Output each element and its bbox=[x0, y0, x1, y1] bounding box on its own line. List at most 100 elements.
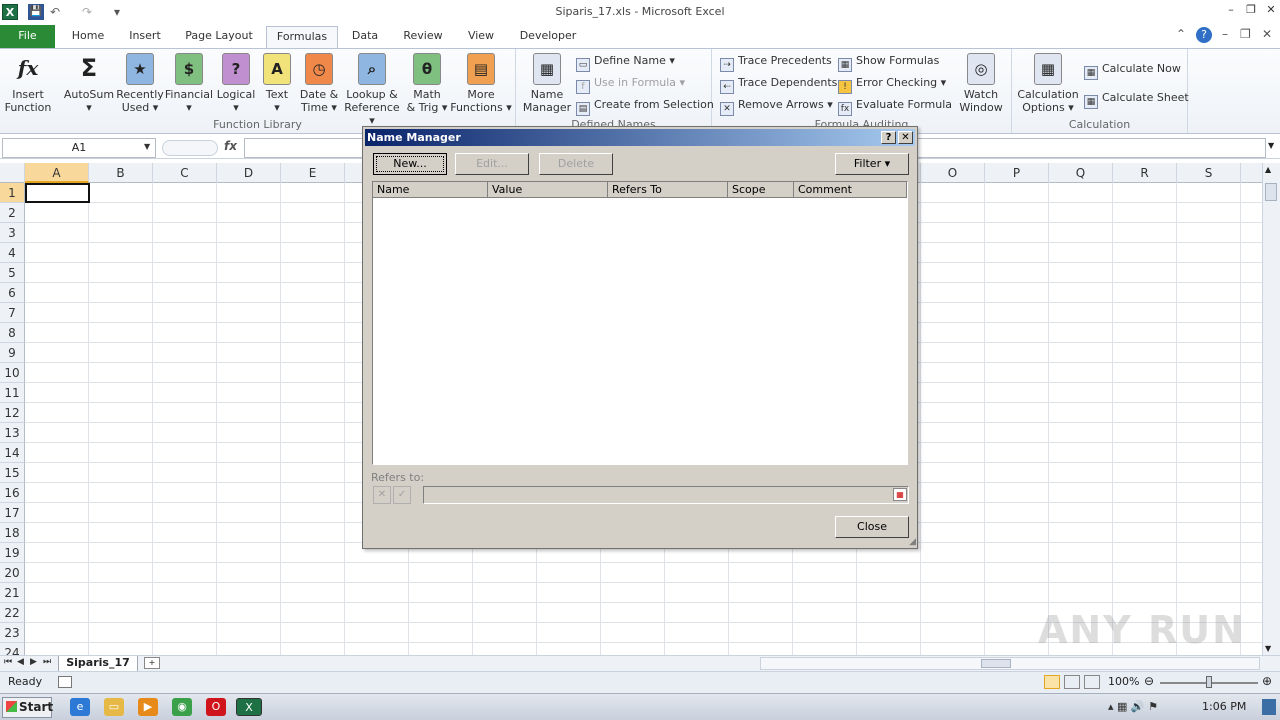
column-header-s[interactable]: S bbox=[1177, 163, 1241, 183]
tab-data[interactable]: Data bbox=[344, 26, 386, 48]
save-icon[interactable]: 💾 bbox=[28, 4, 44, 20]
scroll-down-icon[interactable]: ▼ bbox=[1265, 644, 1271, 653]
active-cell[interactable] bbox=[25, 183, 90, 203]
define-name-button[interactable]: ▭ Define Name ▾ bbox=[576, 51, 675, 72]
row-header-4[interactable]: 4 bbox=[0, 243, 25, 263]
row-header-14[interactable]: 14 bbox=[0, 443, 25, 463]
workbook-restore-icon[interactable]: ❐ bbox=[1240, 27, 1251, 45]
start-button[interactable]: Start bbox=[2, 697, 53, 718]
math-trig-button[interactable]: θ Math & Trig ▾ bbox=[402, 53, 452, 114]
column-header-a[interactable]: A bbox=[25, 163, 89, 183]
vertical-scrollbar[interactable]: ▲ ▼ bbox=[1262, 163, 1280, 655]
undo-icon[interactable]: ↶ bbox=[50, 4, 74, 20]
tray-icons[interactable]: ▴ ▦ 🔊 ⚑ bbox=[1108, 700, 1158, 713]
row-header-19[interactable]: 19 bbox=[0, 543, 25, 563]
create-from-selection-button[interactable]: ▤ Create from Selection bbox=[576, 95, 714, 116]
horizontal-scrollbar[interactable] bbox=[760, 657, 1260, 670]
last-sheet-icon[interactable]: ⏭ bbox=[43, 657, 51, 667]
column-header-o[interactable]: O bbox=[921, 163, 985, 183]
row-header-11[interactable]: 11 bbox=[0, 383, 25, 403]
refers-to-input[interactable] bbox=[423, 486, 909, 504]
financial-button[interactable]: $ Financial ▾ bbox=[164, 53, 214, 114]
calculate-sheet-button[interactable]: ▦ Calculate Sheet bbox=[1084, 88, 1189, 109]
row-header-5[interactable]: 5 bbox=[0, 263, 25, 283]
opera-icon[interactable]: O bbox=[206, 698, 226, 716]
text-button[interactable]: A Text ▾ bbox=[258, 53, 296, 114]
row-header-3[interactable]: 3 bbox=[0, 223, 25, 243]
calculation-options-button[interactable]: ▦ Calculation Options ▾ bbox=[1016, 53, 1080, 114]
show-desktop-button[interactable] bbox=[1262, 699, 1276, 715]
use-in-formula-button[interactable]: f Use in Formula ▾ bbox=[576, 73, 685, 94]
lookup-reference-button[interactable]: ⌕ Lookup & Reference ▾ bbox=[342, 53, 402, 127]
row-header-16[interactable]: 16 bbox=[0, 483, 25, 503]
trace-dependents-button[interactable]: ⇠ Trace Dependents bbox=[720, 73, 837, 94]
logical-button[interactable]: ? Logical ▾ bbox=[214, 53, 258, 114]
row-header-1[interactable]: 1 bbox=[0, 183, 25, 203]
column-header-comment[interactable]: Comment bbox=[794, 182, 907, 198]
help-icon[interactable]: ? bbox=[1196, 27, 1212, 43]
edit-name-button[interactable]: Edit... bbox=[455, 153, 529, 175]
horizontal-scroll-thumb[interactable] bbox=[981, 659, 1011, 668]
expand-formula-bar-icon[interactable]: ▼ bbox=[1268, 141, 1274, 150]
row-header-17[interactable]: 17 bbox=[0, 503, 25, 523]
zoom-level[interactable]: 100% bbox=[1108, 675, 1139, 688]
filter-button[interactable]: Filter ▾ bbox=[835, 153, 909, 175]
dialog-help-button[interactable]: ? bbox=[881, 131, 896, 144]
new-name-button[interactable]: New... bbox=[373, 153, 447, 175]
next-sheet-icon[interactable]: ▶ bbox=[30, 657, 37, 667]
column-header-q[interactable]: Q bbox=[1049, 163, 1113, 183]
cancel-edit-icon[interactable]: ✕ bbox=[373, 486, 391, 504]
row-header-13[interactable]: 13 bbox=[0, 423, 25, 443]
normal-view-icon[interactable] bbox=[1044, 675, 1060, 689]
zoom-slider-handle[interactable] bbox=[1206, 676, 1212, 688]
scroll-up-icon[interactable]: ▲ bbox=[1265, 165, 1271, 174]
insert-sheet-icon[interactable]: + bbox=[144, 657, 160, 669]
tab-home[interactable]: Home bbox=[62, 26, 114, 48]
error-checking-button[interactable]: ! Error Checking ▾ bbox=[838, 73, 946, 94]
column-header-r[interactable]: R bbox=[1113, 163, 1177, 183]
evaluate-formula-button[interactable]: fx Evaluate Formula bbox=[838, 95, 952, 116]
insert-function-fx-icon[interactable]: fx bbox=[224, 139, 242, 153]
customize-qat-icon[interactable]: ▾ bbox=[114, 4, 126, 20]
maximize-button[interactable]: ❐ bbox=[1242, 3, 1260, 19]
page-layout-view-icon[interactable] bbox=[1064, 675, 1080, 689]
minimize-button[interactable]: – bbox=[1222, 3, 1240, 19]
first-sheet-icon[interactable]: ⏮ bbox=[4, 657, 12, 667]
zoom-out-icon[interactable]: ⊖ bbox=[1144, 674, 1154, 688]
dialog-close-x-button[interactable]: ✕ bbox=[898, 131, 913, 144]
explorer-icon[interactable]: ▭ bbox=[104, 698, 124, 716]
close-window-button[interactable]: ✕ bbox=[1262, 3, 1280, 19]
ribbon-collapse-icon[interactable]: ⌃ bbox=[1176, 27, 1186, 45]
collapse-dialog-icon[interactable]: ▦ bbox=[893, 488, 907, 501]
column-header-c[interactable]: C bbox=[153, 163, 217, 183]
chrome-icon[interactable]: ◉ bbox=[172, 698, 192, 716]
tab-insert[interactable]: Insert bbox=[120, 26, 170, 48]
column-header-b[interactable]: B bbox=[89, 163, 153, 183]
column-header-scope[interactable]: Scope bbox=[728, 182, 794, 198]
insert-function-button[interactable]: fx Insert Function bbox=[4, 53, 52, 114]
excel-app-icon[interactable]: X bbox=[2, 4, 18, 20]
watch-window-button[interactable]: ◎ Watch Window bbox=[954, 53, 1008, 114]
names-list[interactable]: Name Value Refers To Scope Comment bbox=[372, 181, 908, 465]
select-all-corner[interactable] bbox=[0, 163, 25, 183]
zoom-in-icon[interactable]: ⊕ bbox=[1262, 674, 1272, 688]
show-formulas-button[interactable]: ▦ Show Formulas bbox=[838, 51, 939, 72]
row-header-22[interactable]: 22 bbox=[0, 603, 25, 623]
trace-precedents-button[interactable]: ⇢ Trace Precedents bbox=[720, 51, 832, 72]
tab-developer[interactable]: Developer bbox=[512, 26, 584, 48]
ie-icon[interactable]: e bbox=[70, 698, 90, 716]
page-break-view-icon[interactable] bbox=[1084, 675, 1100, 689]
macro-record-icon[interactable] bbox=[58, 676, 72, 688]
row-header-7[interactable]: 7 bbox=[0, 303, 25, 323]
tab-review[interactable]: Review bbox=[396, 26, 450, 48]
row-header-12[interactable]: 12 bbox=[0, 403, 25, 423]
confirm-edit-icon[interactable]: ✓ bbox=[393, 486, 411, 504]
name-box[interactable]: A1 bbox=[2, 138, 156, 158]
workbook-close-icon[interactable]: ✕ bbox=[1262, 27, 1272, 45]
row-header-9[interactable]: 9 bbox=[0, 343, 25, 363]
row-header-24[interactable]: 24 bbox=[0, 643, 25, 655]
calculate-now-button[interactable]: ▦ Calculate Now bbox=[1084, 59, 1181, 80]
clock[interactable]: 1:06 PM bbox=[1202, 700, 1246, 713]
redo-icon[interactable]: ↷ bbox=[82, 4, 106, 20]
column-header-e[interactable]: E bbox=[281, 163, 345, 183]
